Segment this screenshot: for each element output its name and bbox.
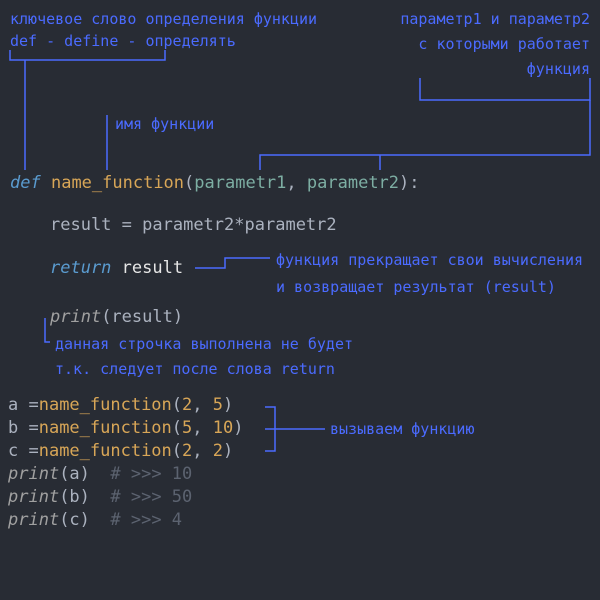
code-call-a: a =name_function(2, 5) [8, 395, 233, 415]
code-print-a: print(a) # >>> 10 [8, 464, 192, 484]
code-return: return result [50, 258, 183, 278]
code-print-b: print(b) # >>> 50 [8, 487, 192, 507]
annotation-call-func: вызываем функцию [330, 420, 475, 438]
code-print-dead: print(result) [50, 307, 183, 327]
code-print-c: print(c) # >>> 4 [8, 510, 182, 530]
annotation-func-name: имя функции [115, 115, 214, 133]
annotation-return-1: функция прекращает свои вычисления [276, 251, 583, 269]
annotation-def-keyword-2: def - define - определять [10, 32, 236, 50]
annotation-return-2: и возвращает результат (result) [276, 278, 556, 296]
code-call-b: b =name_function(5, 10) [8, 418, 244, 438]
code-def-line: def name_function(parametr1, parametr2): [10, 173, 420, 193]
annotation-def-keyword-1: ключевое слово определения функции [10, 10, 317, 28]
annotation-params-3: функция [527, 60, 590, 78]
code-result-assign: result = parametr2*parametr2 [50, 215, 337, 235]
annotation-params-2: с которыми работает [418, 35, 590, 53]
annotation-print-dead-1: данная строчка выполнена не будет [55, 335, 353, 353]
annotation-params-1: параметр1 и параметр2 [400, 10, 590, 28]
code-call-c: c =name_function(2, 2) [8, 441, 233, 461]
annotation-print-dead-2: т.к. следует после слова return [55, 360, 335, 378]
